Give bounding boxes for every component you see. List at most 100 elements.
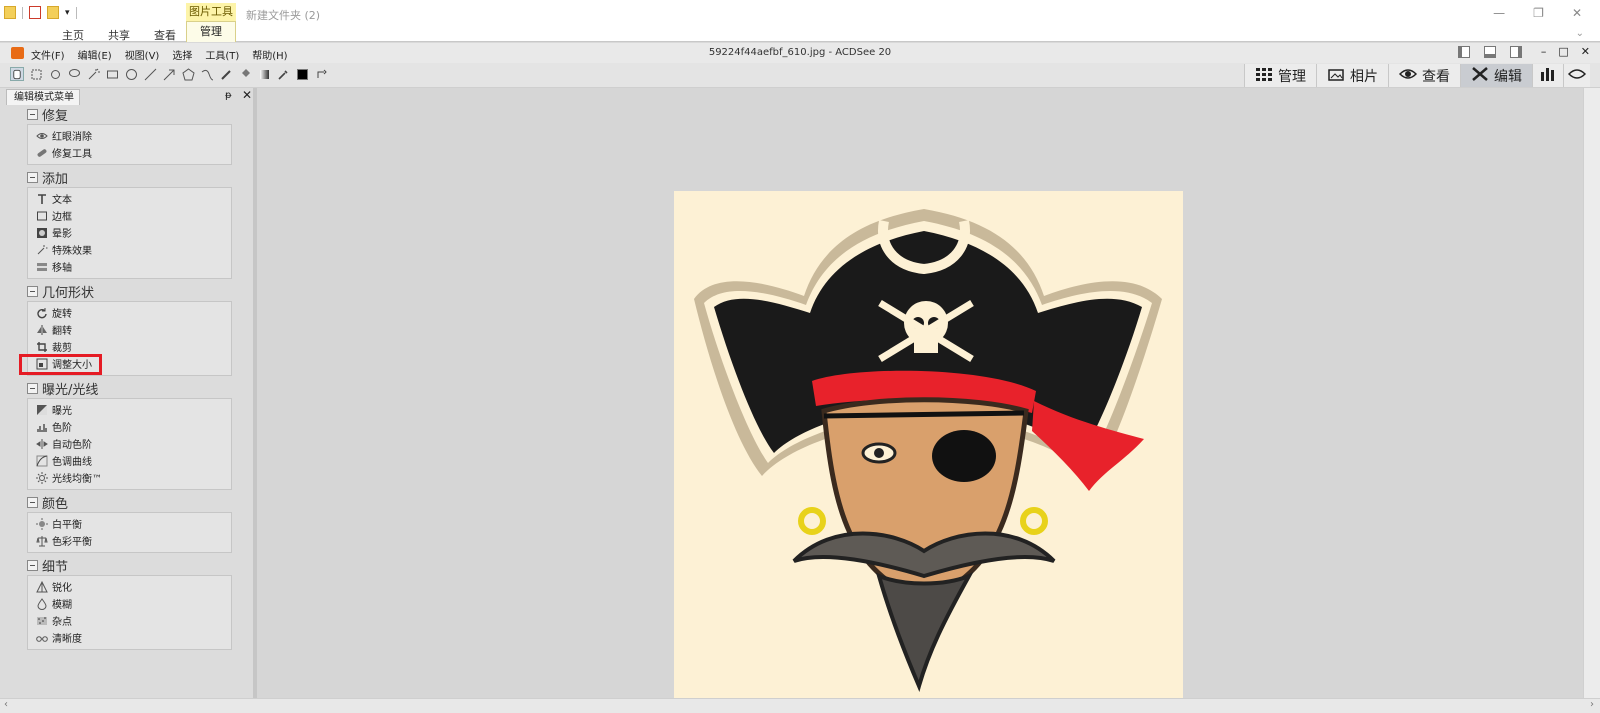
minimize-icon[interactable]: –: [1541, 45, 1547, 58]
menu-tools[interactable]: 工具(T): [205, 47, 239, 62]
mode-edit-button[interactable]: 编辑: [1460, 64, 1532, 87]
tool-item[interactable]: 清晰度: [28, 629, 231, 646]
pin-icon[interactable]: ᵽ: [225, 90, 232, 101]
color-swatch[interactable]: [295, 67, 309, 81]
tool-item[interactable]: 自动色阶: [28, 435, 231, 452]
folder-icon[interactable]: [4, 6, 16, 19]
swap-colors-icon[interactable]: [314, 67, 328, 81]
eyedropper-icon[interactable]: [276, 67, 290, 81]
collapse-icon[interactable]: [27, 286, 38, 297]
exposure-icon: [35, 403, 48, 416]
maximize-icon[interactable]: □: [1558, 45, 1568, 58]
tab-manage[interactable]: 管理: [186, 21, 236, 42]
tool-item[interactable]: 裁剪: [28, 338, 231, 355]
move-icon[interactable]: [48, 67, 62, 81]
chevron-down-icon[interactable]: ⌄: [1576, 28, 1584, 39]
panel-tab[interactable]: 编辑模式菜单: [6, 89, 80, 105]
minimize-icon[interactable]: —: [1493, 6, 1505, 20]
section-2: 几何形状旋转 翻转 裁剪 调整大小: [19, 282, 236, 376]
arrow-icon[interactable]: [162, 67, 176, 81]
tool-item[interactable]: 边框: [28, 207, 231, 224]
menu-help[interactable]: 帮助(H): [252, 47, 287, 62]
collapse-icon[interactable]: [27, 109, 38, 120]
magic-wand-icon[interactable]: [86, 67, 100, 81]
tool-item-label: 自动色阶: [52, 440, 92, 451]
collapse-icon[interactable]: [27, 560, 38, 571]
paint-bucket-icon[interactable]: [238, 67, 252, 81]
mode-view-button[interactable]: 查看: [1388, 64, 1460, 87]
section-header[interactable]: 颜色: [27, 493, 236, 512]
ellipse-icon[interactable]: [124, 67, 138, 81]
tab-share[interactable]: 共享: [108, 27, 130, 43]
tool-item[interactable]: 旋转: [28, 304, 231, 321]
text-icon: [35, 192, 48, 205]
collapse-icon[interactable]: [27, 383, 38, 394]
restore-icon[interactable]: ❐: [1533, 6, 1544, 20]
brush-icon[interactable]: [219, 67, 233, 81]
line-icon[interactable]: [143, 67, 157, 81]
menu-view[interactable]: 视图(V): [125, 47, 160, 62]
section-header[interactable]: 添加: [27, 168, 236, 187]
polygon-icon[interactable]: [181, 67, 195, 81]
collapse-icon[interactable]: [27, 172, 38, 183]
tool-item[interactable]: 杂点: [28, 612, 231, 629]
tool-item[interactable]: 修复工具: [28, 144, 231, 161]
section-header[interactable]: 修复: [27, 105, 236, 124]
vignette-icon: [35, 226, 48, 239]
marquee-select-icon[interactable]: [29, 67, 43, 81]
vertical-scrollbar[interactable]: [1583, 88, 1600, 698]
rectangle-icon[interactable]: [105, 67, 119, 81]
eye-icon: [1567, 66, 1587, 86]
close-icon[interactable]: ✕: [1572, 6, 1582, 20]
gradient-icon[interactable]: [257, 67, 271, 81]
right-pane-layout-icon[interactable]: [1510, 46, 1522, 58]
section-header[interactable]: 几何形状: [27, 282, 236, 301]
tool-item[interactable]: 移轴: [28, 258, 231, 275]
customize-quick-access-icon[interactable]: ▾: [65, 8, 70, 18]
tool-item[interactable]: 晕影: [28, 224, 231, 241]
left-pane-layout-icon[interactable]: [1458, 46, 1470, 58]
tool-item[interactable]: 模糊: [28, 595, 231, 612]
freehand-icon[interactable]: [200, 67, 214, 81]
glasses-icon: [35, 631, 48, 644]
properties-icon[interactable]: [29, 6, 41, 19]
tool-item[interactable]: 色彩平衡: [28, 532, 231, 549]
tool-item[interactable]: 锐化: [28, 578, 231, 595]
mode-photos-button[interactable]: 相片: [1316, 64, 1388, 87]
tool-item[interactable]: 文本: [28, 190, 231, 207]
tool-item-label: 红眼消除: [52, 132, 92, 143]
menu-select[interactable]: 选择: [172, 47, 192, 62]
menu-file[interactable]: 文件(F): [31, 47, 65, 62]
image-canvas[interactable]: [257, 88, 1583, 698]
collapse-icon[interactable]: [27, 497, 38, 508]
hand-tool-icon[interactable]: [10, 67, 24, 81]
tool-item[interactable]: 翻转: [28, 321, 231, 338]
section-header[interactable]: 细节: [27, 556, 236, 575]
mode-365-button[interactable]: [1563, 64, 1590, 87]
tool-item[interactable]: 调整大小: [19, 354, 231, 375]
mode-label: 编辑: [1494, 68, 1522, 85]
tab-home[interactable]: 主页: [62, 27, 84, 43]
picture-tools-context-tab[interactable]: 图片工具: [186, 3, 236, 21]
mode-manage-button[interactable]: 管理: [1244, 64, 1316, 87]
tool-item[interactable]: 红眼消除: [28, 127, 231, 144]
tool-item[interactable]: 白平衡: [28, 515, 231, 532]
close-icon[interactable]: ✕: [242, 88, 252, 102]
horizontal-scrollbar[interactable]: ‹ ›: [0, 698, 1600, 713]
tool-item[interactable]: 曝光: [28, 401, 231, 418]
new-folder-icon[interactable]: [47, 6, 59, 19]
scroll-right-icon[interactable]: ›: [1590, 699, 1594, 710]
close-icon[interactable]: ✕: [1581, 45, 1590, 58]
tool-item[interactable]: 色调曲线: [28, 452, 231, 469]
bottom-pane-layout-icon[interactable]: [1484, 46, 1496, 58]
scroll-left-icon[interactable]: ‹: [4, 699, 8, 710]
tool-item[interactable]: 色阶: [28, 418, 231, 435]
tab-view[interactable]: 查看: [154, 27, 176, 43]
tool-item[interactable]: 特殊效果: [28, 241, 231, 258]
menu-edit[interactable]: 编辑(E): [78, 47, 112, 62]
section-header[interactable]: 曝光/光线: [27, 379, 236, 398]
tool-item[interactable]: 光线均衡™: [28, 469, 231, 486]
section-title: 修复: [42, 109, 69, 124]
mode-dashboard-button[interactable]: [1532, 64, 1563, 87]
lasso-icon[interactable]: [67, 67, 81, 81]
